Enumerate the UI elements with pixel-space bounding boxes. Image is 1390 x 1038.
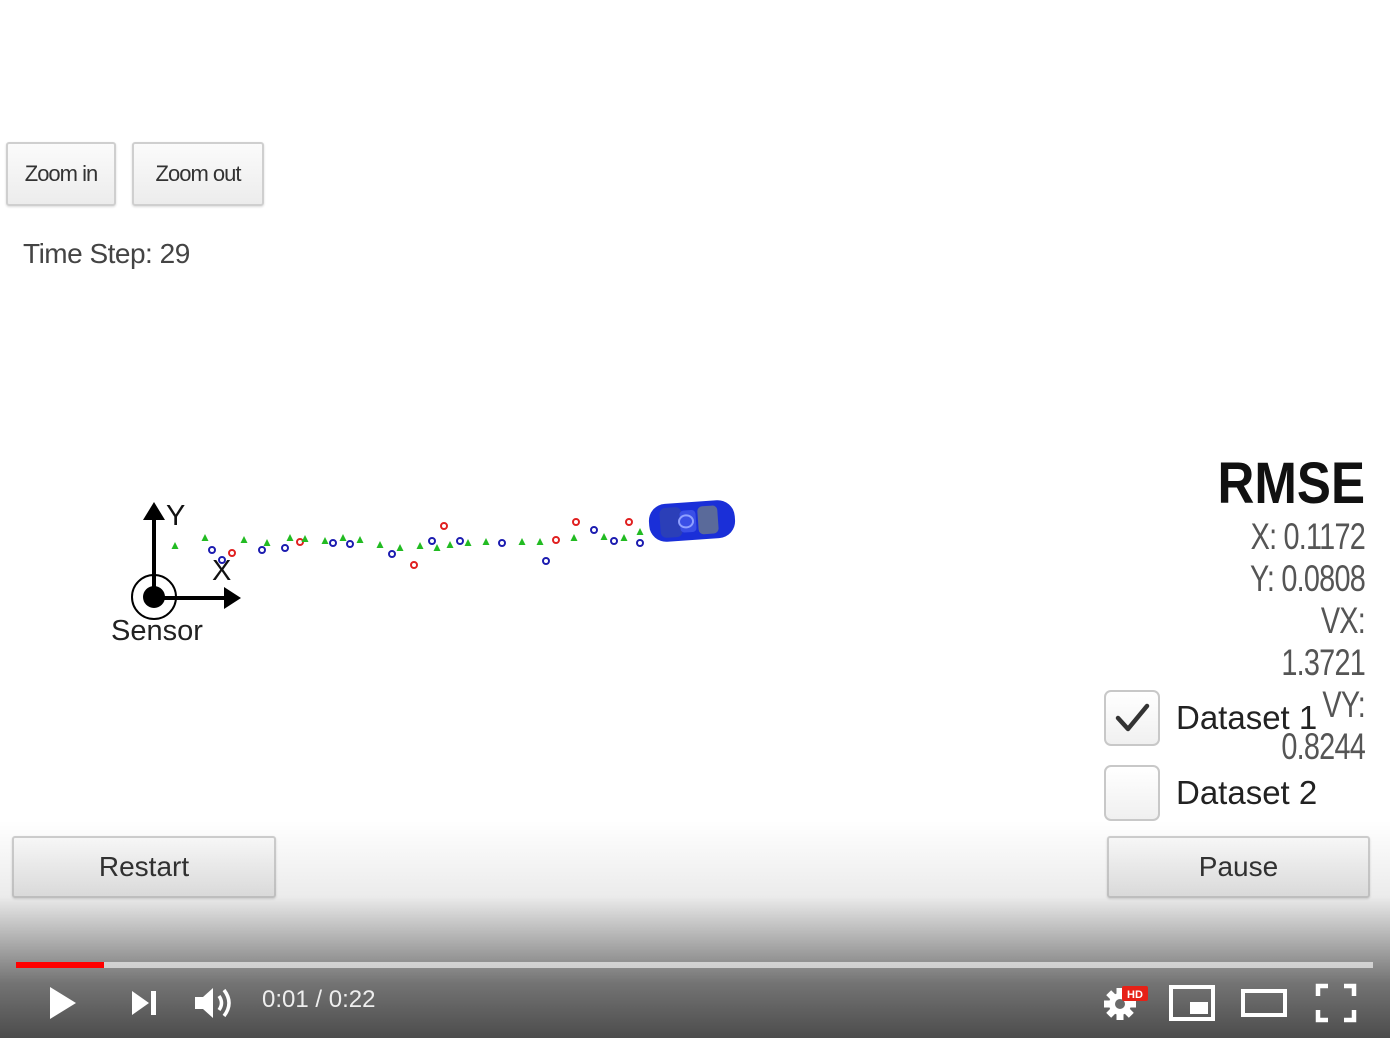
radar-marker [329,539,337,547]
rmse-y: Y: 0.0808 [1250,558,1366,599]
measurement-trail [171,518,644,569]
next-icon[interactable] [128,988,160,1018]
radar-marker [281,544,289,552]
lidar-marker [410,561,418,569]
dataset-1-option[interactable]: Dataset 1 [1104,690,1317,746]
duration: 0:22 [328,986,376,1013]
estimate-marker [376,541,384,548]
estimate-marker [464,539,472,546]
hd-badge: HD [1127,989,1143,1001]
car-icon [648,500,736,542]
radar-marker [542,557,550,565]
estimate-marker [570,534,578,541]
estimate-marker [433,544,441,551]
radar-marker [456,537,464,545]
time-display: 0:01 / 0:22 [262,986,375,1014]
checkmark-icon [1115,703,1150,732]
pause-button[interactable]: Pause [1107,836,1370,898]
progress-fill [16,962,105,968]
x-axis-label: X [212,555,232,587]
progress-bar[interactable] [16,962,1373,968]
settings-icon[interactable]: HD [1102,982,1150,1024]
estimate-marker [356,536,364,543]
dataset-1-checkbox[interactable] [1104,690,1160,746]
rmse-x: X: 0.1172 [1250,516,1366,557]
radar-marker [388,550,396,558]
time-separator: / [308,986,329,1013]
radar-marker [428,537,436,545]
estimate-marker [321,537,329,544]
dataset-1-label: Dataset 1 [1176,699,1318,736]
estimate-marker [396,544,404,551]
estimate-marker [536,538,544,545]
estimate-marker [339,534,347,541]
play-icon[interactable] [44,984,80,1022]
estimate-marker [482,538,490,545]
miniplayer-icon[interactable] [1168,984,1216,1022]
estimate-marker [446,541,454,548]
fullscreen-icon[interactable] [1314,982,1358,1024]
estimate-marker [286,534,294,541]
restart-button[interactable]: Restart [12,836,276,898]
estimate-marker [301,535,309,542]
estimate-marker [240,536,248,543]
rmse-vx: VX: 1.3721 [1281,600,1365,683]
sensor-label: Sensor [111,615,203,647]
estimate-marker [201,534,209,541]
radar-marker [346,540,354,548]
estimate-marker [620,534,628,541]
radar-marker [258,546,266,554]
radar-marker [610,537,618,545]
volume-icon[interactable] [192,983,238,1023]
estimate-marker [636,528,644,535]
lidar-marker [625,518,633,526]
y-axis-label: Y [166,500,186,532]
estimate-marker [263,539,271,546]
radar-marker [208,546,216,554]
lidar-marker [572,518,580,526]
lidar-marker [440,522,448,530]
rmse-title: RMSE [1217,451,1365,516]
radar-marker [498,539,506,547]
radar-marker [590,526,598,534]
dataset-2-checkbox[interactable] [1104,765,1160,821]
estimate-marker [518,538,526,545]
current-time: 0:01 [262,986,309,1013]
estimate-marker [171,542,179,549]
estimate-marker [416,542,424,549]
lidar-marker [552,536,560,544]
dataset-2-option[interactable]: Dataset 2 [1104,765,1317,821]
dataset-2-label: Dataset 2 [1176,774,1318,811]
theater-mode-icon[interactable] [1240,986,1288,1020]
radar-marker [636,539,644,547]
estimate-marker [600,533,608,540]
